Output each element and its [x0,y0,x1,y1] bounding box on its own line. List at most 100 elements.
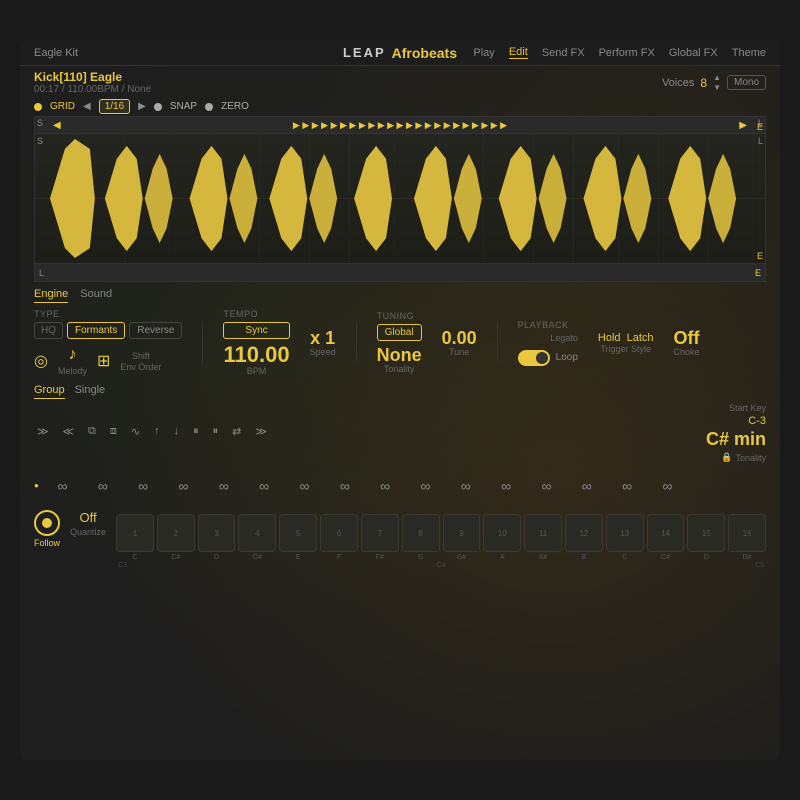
reverse-button[interactable]: Reverse [129,322,182,339]
nav-globalfx[interactable]: Global FX [669,47,718,59]
tab-engine[interactable]: Engine [34,288,68,303]
inf-icon-13: ∞ [541,478,551,494]
loop-end[interactable]: ▶ [739,120,747,131]
nav-sendfx[interactable]: Send FX [542,47,585,59]
inf-icon-7: ∞ [299,478,309,494]
pad-14[interactable]: 14 [647,514,685,552]
pad-13[interactable]: 13 [606,514,644,552]
pad-sym-15[interactable]: ∞ [608,467,645,504]
ff2-button[interactable]: ≫ [252,423,270,440]
ff-button[interactable]: ≫ [34,423,52,440]
inf-icon-9: ∞ [380,478,390,494]
pad-7[interactable]: 7 [361,514,399,552]
pad-9[interactable]: 9 [443,514,481,552]
grid-controls: GRID ◀ 1/16 ▶ SNAP ZERO [20,97,780,116]
pad-4[interactable]: 4 [238,514,276,552]
pad-sym-5[interactable]: ∞ [205,467,242,504]
follow-button[interactable] [34,510,60,536]
tab-sound[interactable]: Sound [80,288,112,303]
grid-value[interactable]: 1/16 [99,99,130,114]
pad-12[interactable]: 12 [565,514,603,552]
mono-button[interactable]: Mono [727,75,766,90]
icon-circle[interactable]: ◎ [34,351,48,371]
loop-toggle[interactable] [518,350,550,366]
note-label-11: A# [524,554,562,561]
pad-sym-7[interactable]: ∞ [286,467,323,504]
note-label-6: F [320,554,358,561]
pad-sym-12[interactable]: ∞ [487,467,524,504]
pad-5[interactable]: 5 [279,514,317,552]
pad-1[interactable]: 1 [116,514,154,552]
pad-15[interactable]: 15 [687,514,725,552]
pad-sym-2[interactable]: ∞ [84,467,121,504]
pad-11[interactable]: 11 [524,514,562,552]
inf-icon-12: ∞ [501,478,511,494]
pad-sym-4[interactable]: ∞ [165,467,202,504]
pad-sym-14[interactable]: ∞ [568,467,605,504]
pad-2[interactable]: 2 [157,514,195,552]
pattern1-button[interactable]: ⧉ [85,423,99,440]
tab-group[interactable]: Group [34,384,65,399]
nav-theme[interactable]: Theme [732,47,766,59]
tune-label: Tune [449,347,469,357]
icon-melody[interactable]: ♪ Melody [58,346,87,376]
engine-row: TYPE HQ Formants Reverse ◎ ♪ Melody ⊞ [34,309,766,376]
inf-icon-11: ∞ [461,478,471,494]
nav-play[interactable]: Play [473,47,494,59]
pad-sym-3[interactable]: ∞ [125,467,162,504]
waveform-area[interactable]: S L E [34,134,766,264]
pad-6[interactable]: 6 [320,514,358,552]
grid-prev[interactable]: ◀ [83,101,91,112]
type-label: TYPE [34,309,182,319]
hq-button[interactable]: HQ [34,322,63,339]
pad-16[interactable]: 16 [728,514,766,552]
down-button[interactable]: ↓ [171,423,183,439]
pad-sym-6[interactable]: ∞ [245,467,282,504]
zero-dot [205,103,213,111]
pad-sym-9[interactable]: ∞ [366,467,403,504]
note-label-1: C [116,554,154,561]
global-button[interactable]: Global [377,324,422,341]
loop-start[interactable]: ◀ [53,120,61,131]
sync-button[interactable]: Sync [223,322,289,339]
shuffle-button[interactable]: ⇄ [229,423,244,440]
pause2-button[interactable]: ⏸ [210,423,222,440]
sep3 [497,323,498,363]
tonality-display: None Tonality [377,346,422,374]
grid-next[interactable]: ▶ [138,101,146,112]
rew-button[interactable]: ≪ [60,423,78,440]
pad-10[interactable]: 10 [483,514,521,552]
pad-sym-1[interactable]: ∞ [44,467,81,504]
pad-3[interactable]: 3 [198,514,236,552]
pad-sym-11[interactable]: ∞ [447,467,484,504]
formants-button[interactable]: Formants [67,322,125,339]
inf-icon-2: ∞ [98,478,108,494]
follow-icon: ● [34,481,39,490]
voices-number: 8 [700,76,707,90]
sep2 [356,323,357,363]
pattern2-button[interactable]: ⧈ [107,423,120,440]
wave-button[interactable]: ∿ [128,423,143,440]
note-label-13: C [606,554,644,561]
snap-label: SNAP [170,101,197,112]
voices-stepper[interactable]: ▲ ▼ [713,73,721,92]
pad-sym-13[interactable]: ∞ [528,467,565,504]
nav-edit[interactable]: Edit [509,46,528,59]
follow-inner [42,518,52,528]
note-label-4: D# [238,554,276,561]
tab-single[interactable]: Single [75,384,106,399]
sep1 [202,323,203,363]
inf-icon-16: ∞ [662,478,672,494]
choke-group: Off Choke [674,329,700,357]
pad-sym-8[interactable]: ∞ [326,467,363,504]
loop-control: Loop [518,350,578,366]
pause-button[interactable]: ⏸ [190,423,202,440]
nav-performfx[interactable]: Perform FX [599,47,655,59]
icon-grid[interactable]: ⊞ [97,351,110,371]
up-button[interactable]: ↑ [151,423,163,439]
waveform-svg [35,134,765,263]
follow-control: Follow [34,510,60,548]
pad-8[interactable]: 8 [402,514,440,552]
pad-sym-16[interactable]: ∞ [649,467,686,504]
pad-sym-10[interactable]: ∞ [407,467,444,504]
